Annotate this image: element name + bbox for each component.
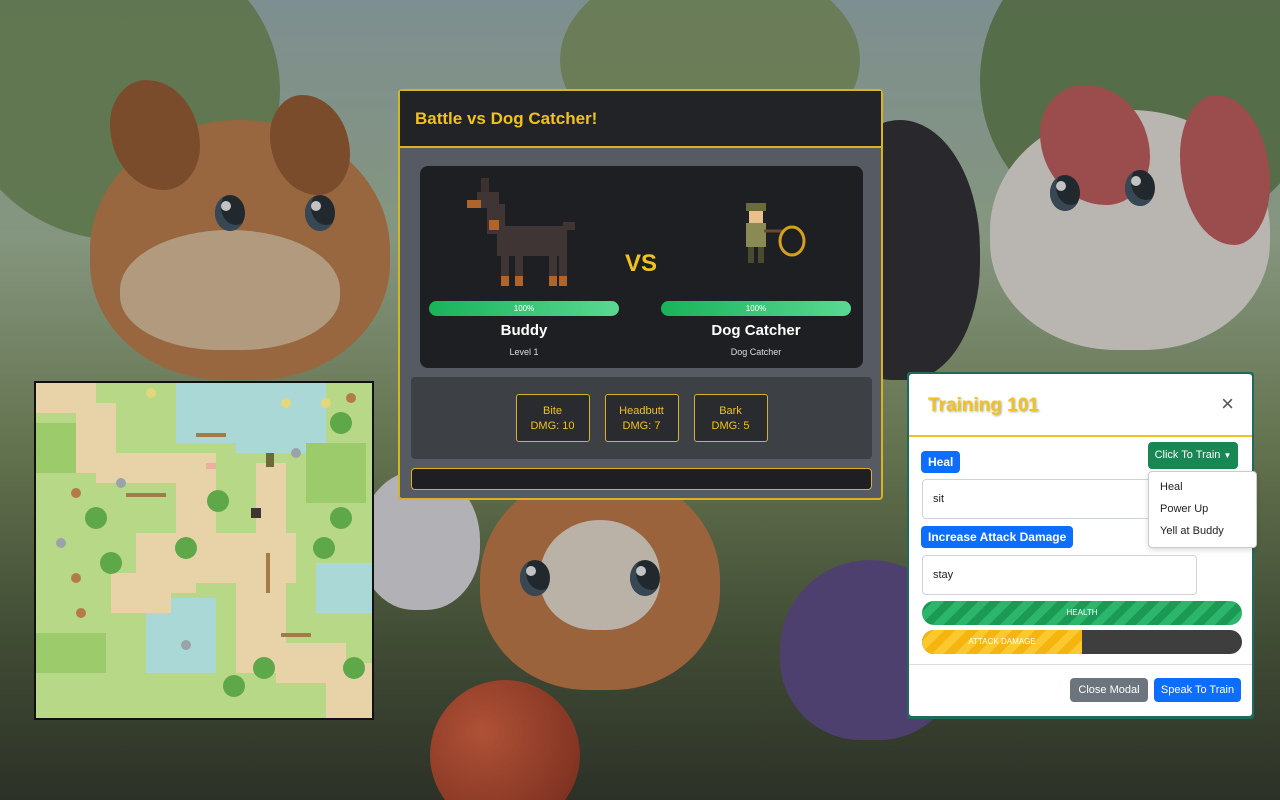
dog-catcher-sprite [746, 203, 806, 263]
battle-title: Battle vs Dog Catcher! [415, 108, 598, 128]
enemy-name: Dog Catcher [711, 322, 801, 339]
move-name: Bark [719, 404, 742, 417]
battle-log-bar [411, 468, 872, 490]
attack-label: ATTACK DAMAGE [968, 637, 1036, 646]
attack-command-input[interactable]: stay [922, 555, 1197, 595]
move-damage: DMG: 5 [711, 419, 750, 432]
move-name: Headbutt [619, 404, 664, 417]
health-progress-bar: HEALTH [922, 601, 1242, 625]
caret-down-icon: ▼ [1223, 451, 1232, 460]
moves-panel: Bite DMG: 10 Headbutt DMG: 7 Bark DMG: 5 [411, 377, 872, 459]
battle-arena: 100% Buddy Level 1 VS 100% Dog Catcher D… [420, 166, 863, 368]
player-fighter: 100% Buddy Level 1 [429, 166, 619, 368]
training-modal: Training 101 × Heal sit Increase Attack … [909, 374, 1257, 716]
dropdown-item-power-up[interactable]: Power Up [1149, 498, 1256, 520]
player-hp-label: 100% [513, 304, 535, 313]
map-tiles [36, 383, 372, 718]
health-label: HEALTH [1066, 608, 1098, 617]
doberman-sprite [467, 178, 575, 286]
enemy-subtitle: Dog Catcher [730, 347, 782, 357]
train-dropdown-button[interactable]: Click To Train ▼ [1148, 442, 1238, 469]
speak-to-train-button[interactable]: Speak To Train [1154, 678, 1241, 702]
player-level: Level 1 [509, 347, 539, 357]
move-bite-button[interactable]: Bite DMG: 10 [515, 394, 590, 442]
modal-footer: Close Modal Speak To Train [909, 664, 1252, 716]
battle-header: Battle vs Dog Catcher! [400, 91, 881, 148]
move-bark-button[interactable]: Bark DMG: 5 [693, 394, 768, 442]
train-dropdown-menu: Heal Power Up Yell at Buddy [1148, 471, 1257, 548]
move-damage: DMG: 7 [622, 419, 661, 432]
attack-badge: Increase Attack Damage [921, 526, 1074, 548]
enemy-fighter: 100% Dog Catcher Dog Catcher [661, 166, 851, 368]
move-headbutt-button[interactable]: Headbutt DMG: 7 [604, 394, 679, 442]
player-name: Buddy [500, 322, 548, 339]
dropdown-item-heal[interactable]: Heal [1149, 476, 1256, 498]
close-modal-button[interactable]: Close Modal [1070, 678, 1148, 702]
training-modal-backdrop: Training 101 × Heal sit Increase Attack … [907, 372, 1257, 719]
player-hp-bar: 100% [429, 301, 619, 316]
game-map[interactable] [34, 381, 374, 720]
dropdown-label: Click To Train [1154, 449, 1221, 461]
modal-title: Training 101 [928, 395, 1039, 416]
move-name: Bite [543, 404, 562, 417]
enemy-hp-bar: 100% [661, 301, 851, 316]
close-icon[interactable]: × [1221, 393, 1234, 415]
battle-panel: Battle vs Dog Catcher! 100% Buddy Level … [398, 89, 883, 500]
vs-label: VS [625, 250, 658, 277]
modal-header: Training 101 × [909, 374, 1252, 437]
dropdown-item-yell[interactable]: Yell at Buddy [1149, 520, 1256, 542]
enemy-hp-label: 100% [745, 304, 767, 313]
heal-badge: Heal [921, 451, 961, 473]
move-damage: DMG: 10 [530, 419, 575, 432]
attack-progress-bar: ATTACK DAMAGE [922, 630, 1242, 654]
